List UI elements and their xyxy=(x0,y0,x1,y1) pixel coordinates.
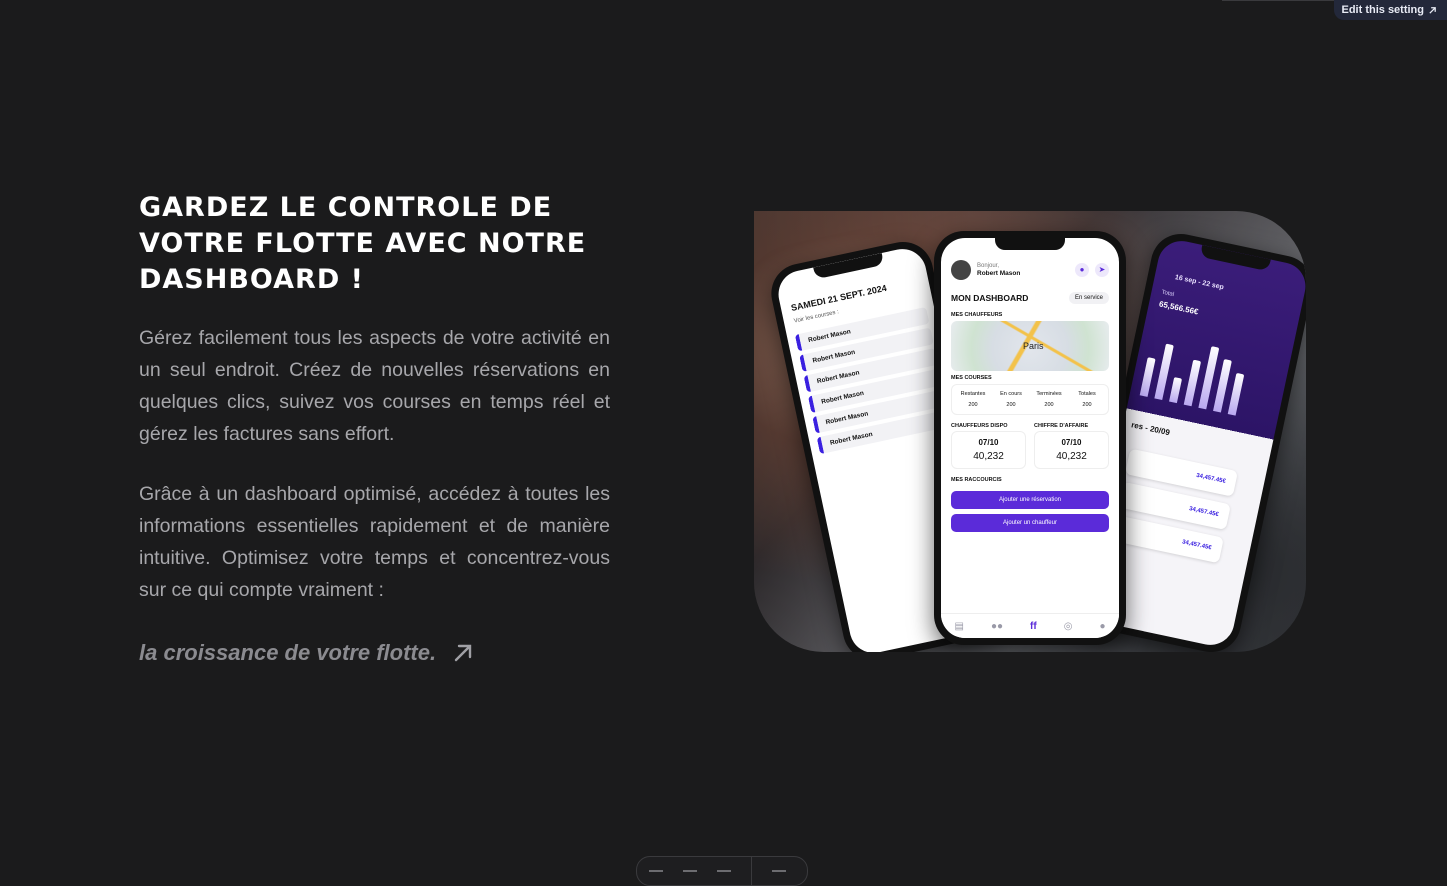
ride-stats: Restantes200 En cours200 Terminées200 To… xyxy=(951,384,1109,415)
map-city-label: Paris xyxy=(1023,341,1044,351)
header-icons: ● ➤ xyxy=(1075,263,1109,277)
ride-stat-value: 200 xyxy=(1030,402,1068,408)
edit-setting-button[interactable]: Edit this setting xyxy=(1334,0,1447,20)
turnover-ratio: 07/10 xyxy=(1035,438,1108,447)
drivers-label: Mes chauffeurs xyxy=(941,308,1119,321)
ride-stat-label: Restantes xyxy=(954,391,992,397)
ride-stat-value: 200 xyxy=(954,402,992,408)
phone-notch xyxy=(995,238,1065,250)
edit-setting-label: Edit this setting xyxy=(1342,0,1425,20)
status-badge: En service xyxy=(1069,292,1109,304)
avatar xyxy=(951,260,971,280)
app-tabbar: ▤ ●● ff ◎ ● xyxy=(941,613,1119,638)
revenue-week-label: res - 20/09 xyxy=(1130,420,1170,437)
arrow-up-right-icon xyxy=(452,642,474,664)
revenue-total-label: Total xyxy=(1161,290,1175,299)
available-drivers-card: 07/10 40,232 xyxy=(951,431,1026,469)
dashboard-hero-image: SAMEDI 21 SEPT. 2024 Voir les courses : … xyxy=(754,211,1306,652)
dashboard-title: MON DASHBOARD xyxy=(951,293,1028,303)
revenue-bar xyxy=(1228,373,1245,416)
phone-dashboard-screen: Bonjour, Robert Mason ● ➤ MON DASHBOARD … xyxy=(941,238,1119,638)
hero-headline: Gardez le controle de votre flotte avec … xyxy=(139,190,619,298)
hero-paragraph-2: Grâce à un dashboard optimisé, accédez à… xyxy=(139,478,610,606)
ride-stat-label: Totales xyxy=(1068,391,1106,397)
turnover-label: Chiffre d'affaire xyxy=(1034,421,1109,431)
toolbar-icon[interactable] xyxy=(683,870,697,884)
turnover-card: 07/10 40,232 xyxy=(1034,431,1109,469)
turnover-value: 40,232 xyxy=(1035,451,1108,462)
kpi-cards: 07/10 40,232 07/10 40,232 xyxy=(941,431,1119,469)
toolbar-divider xyxy=(751,856,752,886)
profile-icon: ● xyxy=(1099,621,1105,632)
available-drivers-label: Chauffeurs dispo xyxy=(951,421,1026,431)
ride-stat: Terminées 200 xyxy=(1030,391,1068,408)
phone-dashboard: Bonjour, Robert Mason ● ➤ MON DASHBOARD … xyxy=(934,231,1126,645)
greeting-text: Bonjour, xyxy=(977,262,1020,270)
kpi-labels: Chauffeurs dispo Chiffre d'affaire xyxy=(941,421,1119,431)
toolbar-icon[interactable] xyxy=(772,870,786,884)
revenue-total-value: 65,566.56€ xyxy=(1158,299,1199,316)
steering-wheel-icon: ◎ xyxy=(1064,621,1073,632)
toolbar-icon[interactable] xyxy=(649,870,663,884)
document-icon: ▤ xyxy=(955,621,964,632)
ride-stat-value: 200 xyxy=(1068,402,1106,408)
available-drivers-value: 40,232 xyxy=(952,451,1025,462)
ride-stat-value: 200 xyxy=(992,402,1030,408)
shortcuts-label: Mes raccourcis xyxy=(941,473,1119,486)
ride-stat-label: Terminées xyxy=(1030,391,1068,397)
revenue-bar xyxy=(1140,357,1156,397)
drivers-map: Paris xyxy=(951,321,1109,371)
toolbar-icon[interactable] xyxy=(717,870,731,884)
top-divider xyxy=(1222,0,1342,1)
bottom-toolbar xyxy=(636,856,808,886)
rides-label: Mes courses xyxy=(941,371,1119,384)
ride-stat: En cours 200 xyxy=(992,391,1030,408)
logo-icon: ff xyxy=(1030,621,1037,632)
hero-paragraph-1: Gérez facilement tous les aspects de vot… xyxy=(139,322,610,450)
greeting-block: Bonjour, Robert Mason xyxy=(977,262,1020,278)
arrow-up-right-icon xyxy=(1428,6,1437,15)
user-name: Robert Mason xyxy=(977,270,1020,277)
ride-stat-label: En cours xyxy=(992,391,1030,397)
available-drivers-ratio: 07/10 xyxy=(952,438,1025,447)
revenue-bars xyxy=(1140,327,1272,420)
revenue-bar xyxy=(1169,377,1182,403)
cta-link[interactable]: la croissance de votre flotte. xyxy=(139,640,474,666)
bell-icon: ● xyxy=(1075,263,1089,277)
revenue-bar xyxy=(1184,360,1201,407)
cta-label: la croissance de votre flotte. xyxy=(139,640,436,666)
send-icon: ➤ xyxy=(1095,263,1109,277)
ride-stat: Totales 200 xyxy=(1068,391,1106,408)
revenue-range: 16 sep - 22 sep xyxy=(1174,274,1224,291)
ride-stat: Restantes 200 xyxy=(954,391,992,408)
dashboard-title-row: MON DASHBOARD En service xyxy=(941,286,1119,308)
users-icon: ●● xyxy=(991,621,1003,632)
add-driver-button: Ajouter un chauffeur xyxy=(951,514,1109,532)
add-booking-button: Ajouter une réservation xyxy=(951,491,1109,509)
